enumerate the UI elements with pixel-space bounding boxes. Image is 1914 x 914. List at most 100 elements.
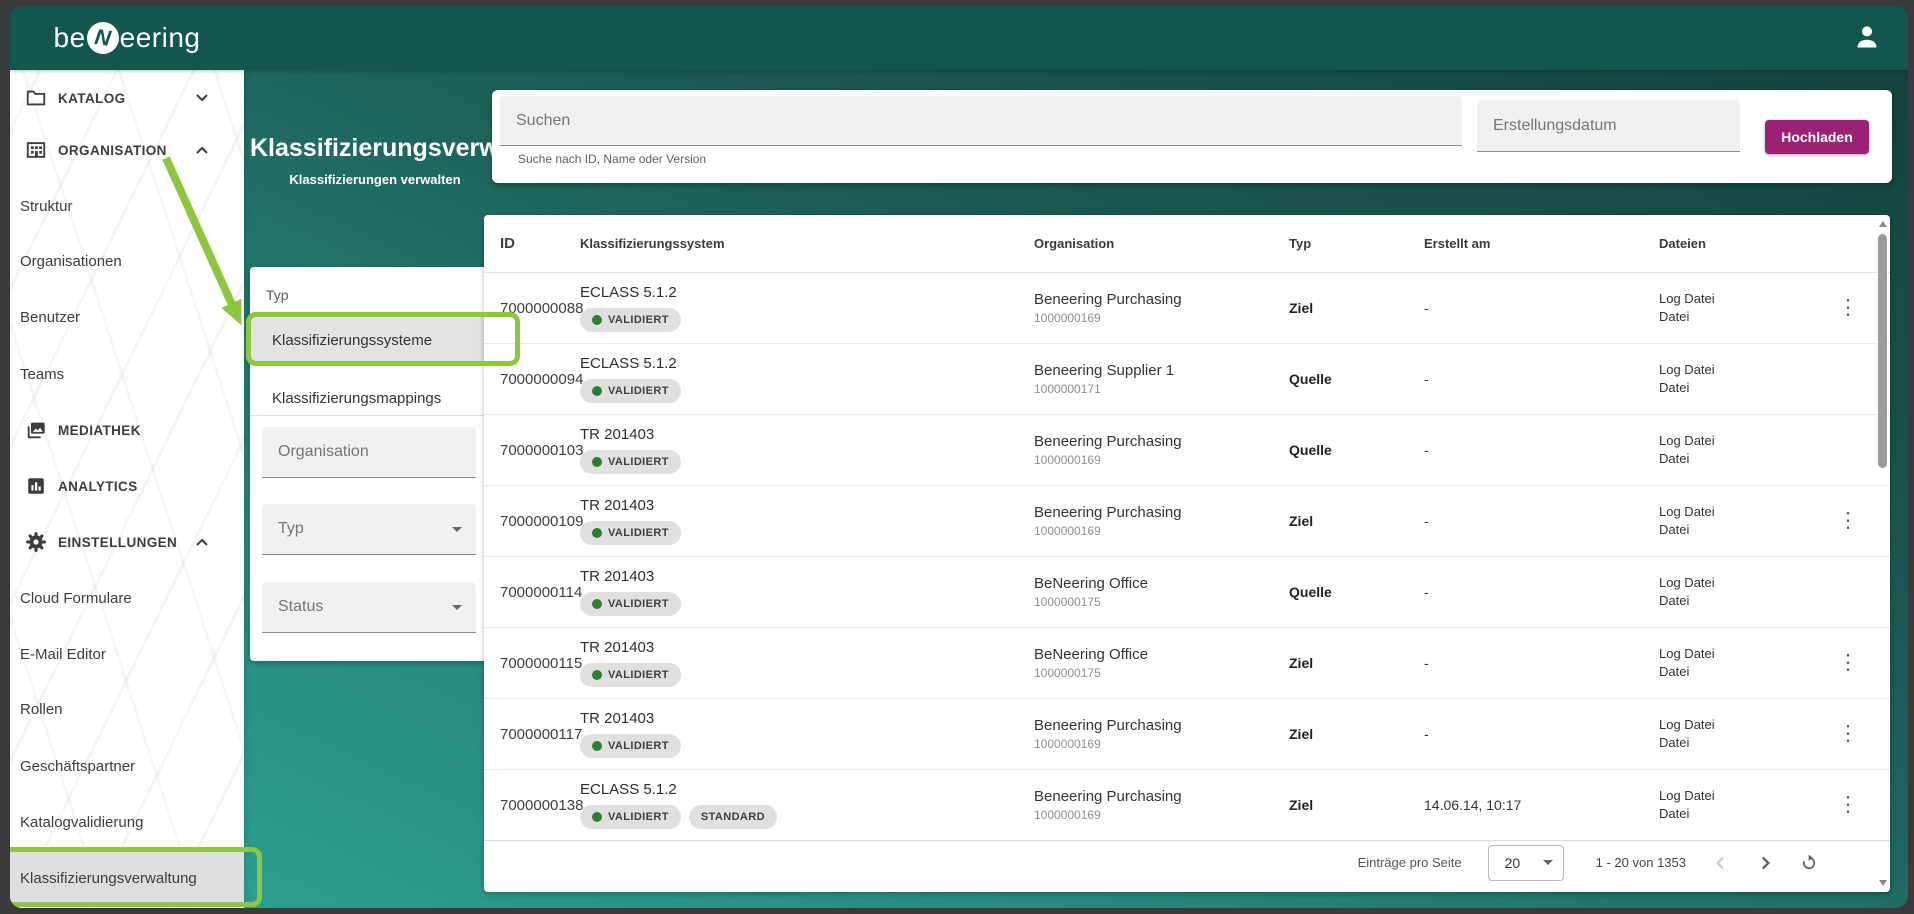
log-file-link[interactable]: Log Datei bbox=[1659, 290, 1824, 308]
sidebar-item-email-editor[interactable]: E-Mail Editor bbox=[10, 628, 244, 680]
col-header-dateien: Dateien bbox=[1659, 236, 1706, 251]
scroll-down-arrow-icon[interactable] bbox=[1879, 880, 1887, 886]
sidebar-item-katalogvalidierung[interactable]: Katalogvalidierung bbox=[10, 796, 244, 848]
next-page-icon[interactable] bbox=[1756, 854, 1774, 872]
refresh-icon[interactable] bbox=[1800, 854, 1818, 872]
search-card: Suchen Suche nach ID, Name oder Version … bbox=[492, 90, 1892, 183]
log-file-link[interactable]: Log Datei bbox=[1659, 787, 1824, 805]
cell-erstellt: - bbox=[1424, 371, 1429, 387]
upload-button[interactable]: Hochladen bbox=[1765, 120, 1869, 154]
chevron-down-icon bbox=[196, 94, 208, 102]
organisation-filter-input[interactable]: Organisation bbox=[262, 427, 476, 478]
table-row[interactable]: 7000000088 ECLASS 5.1.2 VALIDIERT Beneer… bbox=[484, 273, 1890, 344]
sidebar-item-analytics[interactable]: ANALYTICS bbox=[10, 460, 244, 512]
log-file-link[interactable]: Log Datei bbox=[1659, 503, 1824, 521]
validated-badge: VALIDIERT bbox=[580, 734, 681, 758]
sidebar-item-cloud-formulare[interactable]: Cloud Formulare bbox=[10, 572, 244, 624]
cell-erstellt: 14.06.14, 10:17 bbox=[1424, 797, 1522, 813]
cell-id: 7000000088 bbox=[500, 299, 584, 317]
analytics-chart-icon bbox=[28, 478, 44, 494]
cell-typ: Ziel bbox=[1289, 726, 1314, 742]
gear-icon bbox=[26, 532, 46, 552]
sidebar-item-mediathek[interactable]: MEDIATHEK bbox=[10, 404, 244, 456]
file-link[interactable]: Datei bbox=[1659, 734, 1824, 752]
cell-org: Beneering Supplier 1 bbox=[1034, 362, 1175, 379]
file-link[interactable]: Datei bbox=[1659, 379, 1824, 397]
file-link[interactable]: Datei bbox=[1659, 592, 1824, 610]
sidebar-item-geschaeftspartner[interactable]: Geschäftspartner bbox=[10, 740, 244, 792]
cell-id: 7000000109 bbox=[500, 512, 584, 530]
top-bar: be Neering bbox=[10, 6, 1908, 70]
table-row[interactable]: 7000000117 TR 201403 VALIDIERT Beneering… bbox=[484, 699, 1890, 770]
validated-badge: VALIDIERT bbox=[580, 308, 681, 332]
table-row[interactable]: 7000000138 ECLASS 5.1.2 VALIDIERT STANDA… bbox=[484, 770, 1890, 841]
cell-typ: Ziel bbox=[1289, 655, 1314, 671]
validated-badge: VALIDIERT bbox=[580, 663, 681, 687]
table-row[interactable]: 7000000114 TR 201403 VALIDIERT BeNeering… bbox=[484, 557, 1890, 628]
cell-org-id: 1000000175 bbox=[1034, 595, 1101, 609]
row-menu-kebab-icon[interactable]: ⋮ bbox=[1838, 510, 1859, 531]
scroll-up-arrow-icon[interactable] bbox=[1879, 221, 1887, 227]
cell-erstellt: - bbox=[1424, 300, 1429, 316]
sidebar-item-einstellungen[interactable]: EINSTELLUNGEN bbox=[10, 516, 244, 568]
table-row[interactable]: 7000000103 TR 201403 VALIDIERT Beneering… bbox=[484, 415, 1890, 486]
table-row[interactable]: 7000000094 ECLASS 5.1.2 VALIDIERT Beneer… bbox=[484, 344, 1890, 415]
table-row[interactable]: 7000000115 TR 201403 VALIDIERT BeNeering… bbox=[484, 628, 1890, 699]
log-file-link[interactable]: Log Datei bbox=[1659, 716, 1824, 734]
cell-org: Beneering Purchasing bbox=[1034, 504, 1182, 521]
creation-date-input[interactable]: Erstellungsdatum bbox=[1477, 100, 1740, 152]
log-file-link[interactable]: Log Datei bbox=[1659, 574, 1824, 592]
cell-org-id: 1000000169 bbox=[1034, 737, 1101, 751]
file-link[interactable]: Datei bbox=[1659, 521, 1824, 539]
cell-id: 7000000103 bbox=[500, 441, 584, 459]
sidebar-item-klassifizierungsverwaltung[interactable]: Klassifizierungsverwaltung bbox=[10, 852, 244, 904]
sidebar-item-organisationen[interactable]: Organisationen bbox=[10, 235, 244, 287]
row-menu-kebab-icon[interactable]: ⋮ bbox=[1838, 652, 1859, 673]
status-dot-icon bbox=[592, 670, 602, 680]
cell-erstellt: - bbox=[1424, 513, 1429, 529]
log-file-link[interactable]: Log Datei bbox=[1659, 361, 1824, 379]
sidebar-item-benutzer[interactable]: Benutzer bbox=[10, 291, 244, 343]
validated-badge: VALIDIERT bbox=[580, 379, 681, 403]
row-menu-kebab-icon[interactable]: ⋮ bbox=[1838, 297, 1859, 318]
sidebar-item-teams[interactable]: Teams bbox=[10, 348, 244, 400]
previous-page-icon[interactable] bbox=[1712, 854, 1730, 872]
cell-system: TR 201403 bbox=[580, 568, 655, 585]
cell-system: TR 201403 bbox=[580, 710, 655, 727]
sidebar-item-struktur[interactable]: Struktur bbox=[10, 180, 244, 232]
dropdown-arrow-icon bbox=[452, 605, 462, 610]
file-link[interactable]: Datei bbox=[1659, 805, 1824, 823]
search-hint: Suche nach ID, Name oder Version bbox=[518, 152, 707, 166]
sidebar-item-rollen[interactable]: Rollen bbox=[10, 683, 244, 735]
cell-system: ECLASS 5.1.2 bbox=[580, 355, 677, 372]
cell-system: TR 201403 bbox=[580, 639, 655, 656]
file-link[interactable]: Datei bbox=[1659, 450, 1824, 468]
cell-org-id: 1000000169 bbox=[1034, 311, 1101, 325]
filter-group-label: Typ bbox=[266, 287, 289, 303]
col-header-erstellt: Erstellt am bbox=[1424, 236, 1491, 251]
search-input[interactable]: Suchen bbox=[500, 96, 1462, 146]
log-file-link[interactable]: Log Datei bbox=[1659, 645, 1824, 663]
row-menu-kebab-icon[interactable]: ⋮ bbox=[1838, 794, 1859, 815]
cell-typ: Quelle bbox=[1289, 584, 1332, 600]
validated-badge: VALIDIERT bbox=[580, 450, 681, 474]
cell-erstellt: - bbox=[1424, 726, 1429, 742]
file-link[interactable]: Datei bbox=[1659, 663, 1824, 681]
table-row[interactable]: 7000000109 TR 201403 VALIDIERT Beneering… bbox=[484, 486, 1890, 557]
user-account-icon[interactable] bbox=[1852, 22, 1882, 52]
sidebar-item-organisation[interactable]: ORGANISATION bbox=[10, 124, 244, 176]
nav-klassifizierungssysteme[interactable]: Klassifizierungssysteme bbox=[250, 315, 488, 365]
file-link[interactable]: Datei bbox=[1659, 308, 1824, 326]
scrollbar-thumb[interactable] bbox=[1878, 234, 1887, 468]
row-menu-kebab-icon[interactable]: ⋮ bbox=[1838, 723, 1859, 744]
typ-filter-select[interactable]: Typ bbox=[262, 504, 476, 555]
log-file-link[interactable]: Log Datei bbox=[1659, 432, 1824, 450]
sidebar-item-katalog[interactable]: KATALOG bbox=[10, 72, 244, 124]
dropdown-arrow-icon bbox=[452, 527, 462, 532]
table-scrollbar[interactable] bbox=[1877, 219, 1888, 888]
cell-id: 7000000117 bbox=[500, 725, 583, 743]
page-size-select[interactable]: 20 bbox=[1487, 844, 1564, 881]
logo-text-pre: be bbox=[53, 22, 86, 53]
col-header-id: ID bbox=[500, 235, 515, 252]
status-filter-select[interactable]: Status bbox=[262, 582, 476, 633]
